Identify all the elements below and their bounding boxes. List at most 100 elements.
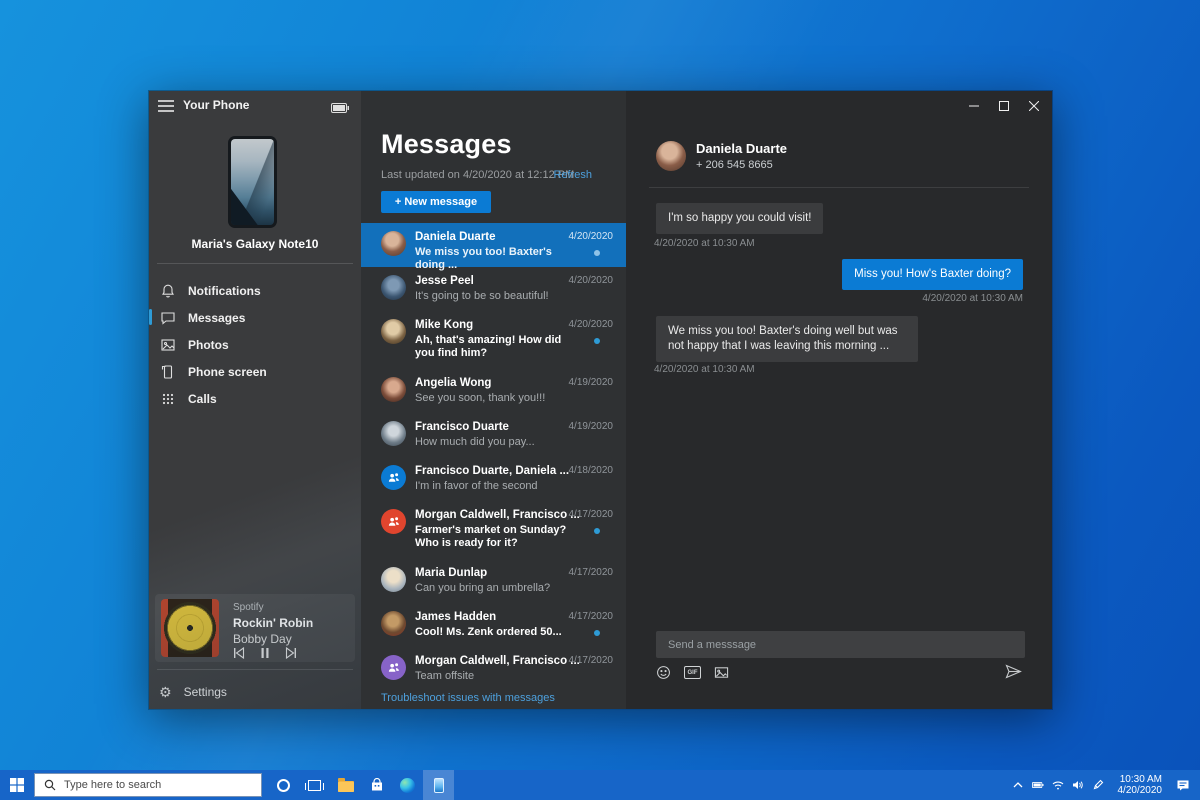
player-app-name: Spotify (233, 602, 264, 613)
phone-wallpaper (231, 139, 274, 225)
contact-avatar (381, 319, 406, 344)
message-timestamp: 4/20/2020 at 10:30 AM (922, 293, 1023, 304)
device-name: Maria's Galaxy Note10 (191, 237, 319, 251)
conversation-item-daniela-duarte[interactable]: Daniela Duarte We miss you too! Baxter's… (361, 223, 626, 271)
sidebar-item-messages[interactable]: Messages (149, 304, 361, 331)
media-controls (233, 646, 297, 664)
task-view-button[interactable] (299, 770, 330, 800)
sidebar-item-settings[interactable]: ⚙ Settings (149, 679, 361, 705)
media-player-card: Spotify Rockin' Robin Bobby Day (155, 594, 355, 662)
conversation-item-angelia-wong[interactable]: Angelia Wong See you soon, thank you!!! … (361, 369, 626, 413)
group-avatar (381, 509, 406, 534)
tray-wifi-icon[interactable] (1048, 770, 1068, 800)
close-button[interactable] (1019, 95, 1049, 117)
conversation-date: 4/17/2020 (568, 611, 614, 622)
message-bubble-outgoing: Miss you! How's Baxter doing? (842, 259, 1023, 290)
refresh-link[interactable]: Refresh (553, 169, 592, 181)
maximize-button[interactable] (989, 95, 1019, 117)
conversation-date: 4/18/2020 (568, 465, 614, 476)
image-icon (160, 337, 176, 353)
sidebar-item-notifications[interactable]: Notifications (149, 277, 361, 304)
unread-dot (594, 528, 600, 534)
edge-browser-button[interactable] (392, 770, 423, 800)
conversation-preview: Team offsite (415, 670, 475, 682)
file-explorer-button[interactable] (330, 770, 361, 800)
conversation-list: Daniela Duarte We miss you too! Baxter's… (361, 223, 626, 691)
gif-icon[interactable]: GIF (684, 666, 701, 679)
clock-time: 10:30 AM (1119, 774, 1162, 785)
phone-preview (228, 136, 277, 228)
messages-list-panel: Messages Last updated on 4/20/2020 at 12… (361, 91, 626, 709)
system-tray: 10:30 AM 4/20/2020 (1008, 770, 1200, 800)
conversation-date: 4/17/2020 (568, 567, 614, 578)
taskbar-search-box[interactable]: Type here to search (34, 773, 262, 797)
microsoft-store-button[interactable] (361, 770, 392, 800)
edge-icon (400, 777, 415, 793)
search-icon (44, 779, 56, 791)
unread-dot (594, 338, 600, 344)
chat-bubble-icon (160, 310, 176, 326)
conversation-preview: Ah, that's amazing! How did you find him… (415, 334, 562, 359)
troubleshoot-link[interactable]: Troubleshoot issues with messages (381, 692, 555, 704)
contact-avatar (381, 421, 406, 446)
conversation-item-group-morgan-francisco[interactable]: Morgan Caldwell, Francisco ... Farmer's … (361, 501, 626, 559)
conversation-item-james-hadden[interactable]: James Hadden Cool! Ms. Zenk ordered 50..… (361, 603, 626, 647)
conversation-preview: See you soon, thank you!!! (415, 392, 546, 404)
tray-pen-icon[interactable] (1088, 770, 1108, 800)
group-avatar (381, 655, 406, 680)
conversation-item-maria-dunlap[interactable]: Maria Dunlap Can you bring an umbrella? … (361, 559, 626, 603)
message-input[interactable] (656, 631, 1025, 658)
thread-contact-avatar (656, 141, 686, 171)
minimize-button[interactable] (959, 95, 989, 117)
your-phone-taskbar-button[interactable] (423, 770, 454, 800)
your-phone-app-icon (433, 777, 444, 793)
emoji-icon[interactable] (656, 665, 671, 685)
your-phone-window: Your Phone Maria's Galaxy Note10 Notific… (148, 90, 1053, 710)
sidebar-item-label: Photos (188, 337, 229, 352)
tray-chevron-icon[interactable] (1008, 770, 1028, 800)
skip-next-button[interactable] (285, 646, 297, 664)
conversation-date: 4/17/2020 (568, 655, 614, 666)
album-art (161, 599, 219, 657)
contact-avatar (381, 567, 406, 592)
sidebar-item-label: Messages (188, 310, 246, 325)
pause-button[interactable] (259, 646, 271, 664)
sidebar-item-calls[interactable]: Calls (149, 385, 361, 412)
send-icon[interactable] (1005, 663, 1022, 685)
new-message-button[interactable]: + New message (381, 191, 491, 213)
store-bag-icon (371, 778, 382, 791)
skip-previous-button[interactable] (233, 646, 245, 664)
task-view-icon (305, 779, 324, 791)
tray-volume-icon[interactable] (1068, 770, 1088, 800)
last-updated-text: Last updated on 4/20/2020 at 12:12 PM (381, 169, 575, 181)
contact-avatar (381, 231, 406, 256)
sidebar-item-label: Notifications (188, 283, 261, 298)
conversation-preview: It's going to be so beautiful! (415, 290, 549, 302)
cortana-button[interactable] (268, 770, 299, 800)
conversation-item-group-team-offsite[interactable]: Morgan Caldwell, Francisco ... Team offs… (361, 647, 626, 691)
tray-battery-icon[interactable] (1028, 770, 1048, 800)
bell-icon (160, 283, 176, 299)
sidebar-item-photos[interactable]: Photos (149, 331, 361, 358)
taskbar-clock[interactable]: 10:30 AM 4/20/2020 (1108, 774, 1166, 796)
conversation-item-mike-kong[interactable]: Mike Kong Ah, that's amazing! How did yo… (361, 311, 626, 369)
conversation-item-francisco-duarte[interactable]: Francisco Duarte How much did you pay...… (361, 413, 626, 457)
conversation-preview: I'm in favor of the second (415, 480, 538, 492)
conversation-date: 4/20/2020 (568, 319, 614, 330)
conversation-item-jesse-peel[interactable]: Jesse Peel It's going to be so beautiful… (361, 267, 626, 311)
conversation-date: 4/20/2020 (568, 231, 614, 242)
start-button[interactable] (0, 770, 34, 800)
sidebar-item-phone-screen[interactable]: Phone screen (149, 358, 361, 385)
message-bubble-incoming: I'm so happy you could visit! (656, 203, 824, 234)
hamburger-menu-icon[interactable] (158, 99, 174, 113)
attach-image-icon[interactable] (714, 665, 729, 685)
sidebar: Your Phone Maria's Galaxy Note10 Notific… (149, 91, 361, 709)
action-center-button[interactable] (1166, 770, 1200, 800)
thread-contact-phone: + 206 545 8665 (696, 159, 773, 171)
divider (649, 187, 1029, 188)
gear-icon: ⚙ (159, 684, 172, 700)
conversation-item-group-francisco-daniela[interactable]: Francisco Duarte, Daniela ... I'm in fav… (361, 457, 626, 501)
conversation-preview: Farmer's market on Sunday? Who is ready … (415, 524, 567, 549)
taskbar: Type here to search 10:30 AM 4/20/2020 (0, 770, 1200, 800)
search-placeholder: Type here to search (64, 779, 162, 791)
